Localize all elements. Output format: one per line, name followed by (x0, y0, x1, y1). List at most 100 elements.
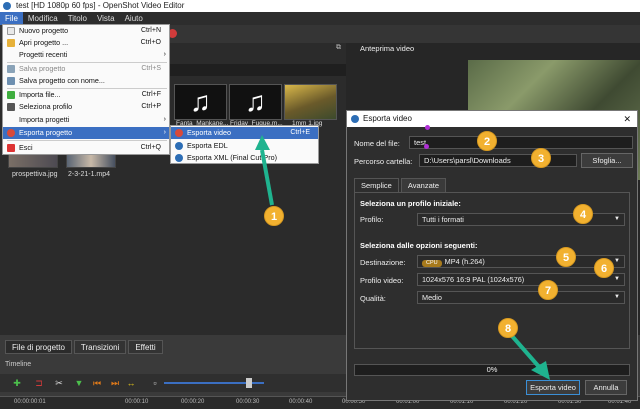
file-label: prospettiva.jpg (12, 171, 58, 178)
folder-input[interactable]: D:\Users\parsl\Downloads (419, 154, 577, 167)
open-project-icon (7, 39, 15, 47)
search-input[interactable]: ro (142, 64, 346, 76)
ruler-tick: 00:00:20 (181, 399, 205, 405)
dialog-titlebar: Esporta video ✕ (347, 111, 637, 127)
import-icon (7, 91, 15, 99)
marker-dot (424, 144, 429, 149)
openshot-logo-icon (351, 115, 359, 123)
export-icon (7, 129, 15, 137)
cancel-button[interactable]: Annulla (585, 380, 627, 395)
ruler-tick: 00:00:30 (236, 399, 260, 405)
chevron-down-icon: ▼ (614, 216, 620, 222)
tab-transitions[interactable]: Transizioni (73, 340, 127, 354)
audio-thumb-1[interactable]: ♫ (174, 84, 227, 120)
export-progress-bar: 0% (354, 364, 630, 376)
menu-item-save-as[interactable]: Salva progetto con nome... (3, 75, 169, 87)
menu-item-exit[interactable]: Esci Ctrl+Q (3, 142, 169, 154)
menu-item-save-project[interactable]: Salva progetto Ctrl+S (3, 63, 169, 75)
filename-label: Nome del file: (354, 139, 400, 148)
music-note-icon: ♫ (190, 86, 211, 117)
add-track-icon[interactable]: ✚ (12, 378, 22, 388)
menu-item-recent-projects[interactable]: Progetti recenti › (3, 49, 169, 61)
bottom-tabs: File di progetto Transizioni Effetti (5, 340, 165, 354)
preview-title: Anteprima video (360, 44, 415, 53)
video-profile-select[interactable]: 1024x576 16:9 PAL (1024x576) ▼ (417, 273, 625, 286)
tab-project-files[interactable]: File di progetto (5, 340, 72, 354)
music-note-icon: ♫ (245, 86, 266, 117)
menu-item-select-profile[interactable]: Seleziona profilo Ctrl+P (3, 101, 169, 113)
annotation-badge-6: 6 (594, 258, 614, 278)
annotation-badge-2: 2 (477, 131, 497, 151)
add-marker-icon[interactable]: ▼ (74, 378, 84, 388)
dialog-tabs: Semplice Avanzate (354, 178, 448, 193)
submenu-arrow-icon: › (163, 51, 166, 58)
dialog-title: Esporta video (363, 114, 412, 123)
menu-item-new-project[interactable]: Nuovo progetto Ctrl+N (3, 25, 169, 37)
menu-item-export-edl[interactable]: Esporta EDL (171, 140, 318, 152)
marker-dot (425, 125, 430, 130)
profile-section-title: Seleziona un profilo iniziale: (360, 199, 461, 208)
chevron-down-icon: ▼ (614, 294, 620, 300)
folder-label: Percorso cartella: (354, 157, 413, 166)
exit-icon (7, 144, 15, 152)
destination-label: Destinazione: (360, 258, 406, 267)
file-label: 2-3-21-1.mp4 (68, 171, 111, 178)
menu-separator (7, 140, 167, 141)
snap-icon[interactable]: ⊐ (34, 378, 44, 388)
profile-label: Profilo: (360, 215, 384, 224)
audio-thumb-2[interactable]: ♫ (229, 84, 282, 120)
timeline-label: Timeline (5, 361, 32, 368)
save-as-icon (7, 77, 15, 85)
openshot-small-icon (175, 142, 183, 150)
openshot-small-icon (175, 154, 183, 162)
next-marker-icon[interactable]: ⏭ (110, 378, 120, 388)
ruler-tick: 00:00:00:01 (14, 399, 46, 405)
prev-marker-icon[interactable]: ⏮ (92, 378, 102, 388)
image-thumb-1[interactable] (284, 84, 337, 120)
ruler-tick: 00:00:40 (289, 399, 313, 405)
video-profile-label: Profilo video: (360, 276, 404, 285)
submenu-arrow-icon: › (163, 129, 166, 136)
menu-item-export-project[interactable]: Esporta progetto › (3, 127, 169, 139)
zoom-out-icon[interactable]: ▫ (150, 378, 160, 388)
razor-icon[interactable]: ✂ (54, 378, 64, 388)
annotation-badge-4: 4 (573, 204, 593, 224)
profile-icon (7, 103, 15, 111)
chevron-down-icon: ▼ (614, 258, 620, 264)
window-titlebar: test [HD 1080p 60 fps] - OpenShot Video … (0, 0, 640, 12)
annotation-badge-5: 5 (556, 247, 576, 267)
quality-select[interactable]: Medio ▼ (417, 291, 625, 304)
center-timeline-icon[interactable]: ↔ (126, 378, 136, 388)
annotation-badge-8: 8 (498, 318, 518, 338)
menu-item-open-project[interactable]: Apri progetto ... Ctrl+O (3, 37, 169, 49)
dock-float-icon[interactable]: ⧉ (336, 44, 341, 52)
close-icon[interactable]: ✕ (623, 111, 631, 127)
zoom-slider-handle[interactable] (246, 378, 252, 388)
cpu-badge: CPU (422, 260, 442, 267)
submenu-arrow-icon: › (163, 116, 166, 123)
quality-label: Qualità: (360, 294, 386, 303)
save-icon (7, 65, 15, 73)
ruler-tick: 00:00:10 (125, 399, 149, 405)
browse-button[interactable]: Sfoglia... (581, 153, 633, 168)
annotation-badge-1: 1 (264, 206, 284, 226)
export-submenu: Esporta video Ctrl+E Esporta EDL Esporta… (170, 125, 319, 164)
export-video-button[interactable]: Esporta video (526, 380, 580, 395)
tab-effects[interactable]: Effetti (128, 340, 163, 354)
export-video-icon (175, 129, 183, 137)
chevron-down-icon: ▼ (614, 276, 620, 282)
menu-item-import-projects[interactable]: Importa progetti › (3, 114, 169, 126)
new-project-icon (7, 27, 15, 35)
window-title: test [HD 1080p 60 fps] - OpenShot Video … (16, 1, 185, 10)
tab-advanced[interactable]: Avanzate (400, 178, 446, 193)
profile-select[interactable]: Tutti i formati ▼ (417, 213, 625, 226)
export-video-dialog: Esporta video ✕ Nome del file: test Perc… (346, 110, 638, 401)
menu-item-import-files[interactable]: Importa file... Ctrl+F (3, 89, 169, 101)
options-section-title: Seleziona dalle opzioni seguenti: (360, 241, 478, 250)
filename-input[interactable]: test (409, 136, 633, 149)
annotation-badge-7: 7 (538, 280, 558, 300)
menu-item-export-xml[interactable]: Esporta XML (Final Cut Pro) (171, 152, 318, 164)
tab-simple[interactable]: Semplice (354, 178, 399, 193)
menu-item-export-video[interactable]: Esporta video Ctrl+E (171, 127, 318, 139)
file-menu: Nuovo progetto Ctrl+N Apri progetto ... … (2, 24, 170, 155)
